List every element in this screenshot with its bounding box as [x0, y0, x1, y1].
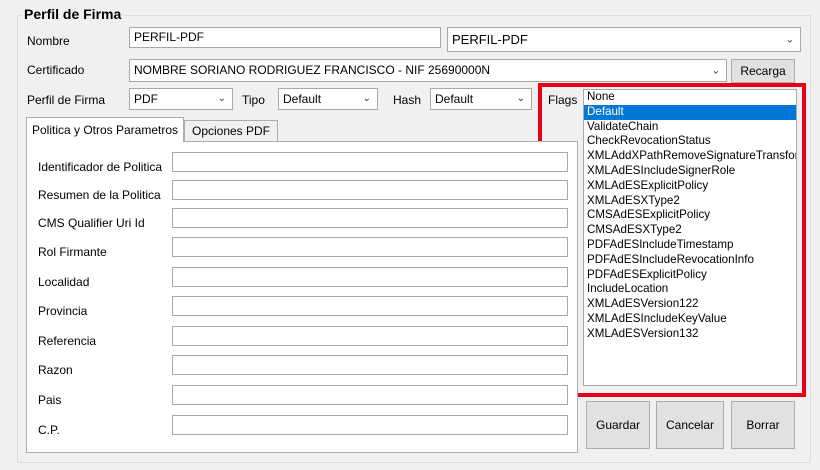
flags-list: None Default ValidateChain CheckRevocationS…	[584, 90, 796, 342]
flags-list-item[interactable]: XMLAdESIncludeKeyValue	[584, 312, 796, 327]
hash-combo[interactable]: Default ⌄	[430, 88, 532, 110]
chevron-down-icon: ⌄	[711, 65, 720, 76]
flags-list-item[interactable]: Default	[584, 104, 796, 120]
field-label: CMS Qualifier Uri Id	[38, 216, 145, 230]
field-input[interactable]	[172, 385, 568, 405]
tab-politica[interactable]: Politica y Otros Parametros	[26, 117, 184, 142]
flags-list-item[interactable]: XMLAdESIncludeSignerRole	[584, 164, 796, 179]
field-input[interactable]	[172, 152, 568, 172]
flags-list-item[interactable]: XMLAdESExplicitPolicy	[584, 179, 796, 194]
hash-label: Hash	[393, 93, 422, 107]
field-label: Rol Firmante	[38, 245, 107, 259]
flags-list-item[interactable]: PDFAdESExplicitPolicy	[584, 268, 796, 283]
perfil-combo[interactable]: PDF ⌄	[129, 88, 233, 110]
chevron-down-icon: ⌄	[516, 93, 525, 104]
flags-label: Flags	[548, 93, 578, 107]
chevron-down-icon: ⌄	[785, 34, 794, 45]
nombre-combo[interactable]: PERFIL-PDF ⌄	[447, 27, 801, 52]
flags-list-item[interactable]: XMLAdESVersion122	[584, 297, 796, 312]
field-input[interactable]	[172, 208, 568, 228]
flags-list-item[interactable]: CMSAdESExplicitPolicy	[584, 208, 796, 223]
tipo-combo[interactable]: Default ⌄	[278, 88, 378, 110]
field-input[interactable]	[172, 180, 568, 200]
chevron-down-icon: ⌄	[217, 93, 226, 104]
nombre-combo-value: PERFIL-PDF	[452, 32, 528, 47]
group-title: Perfil de Firma	[22, 6, 124, 22]
flags-list-item[interactable]: ValidateChain	[584, 120, 796, 135]
tab-opciones-pdf[interactable]: Opciones PDF	[184, 120, 278, 141]
flags-list-item[interactable]: PDFAdESIncludeTimestamp	[584, 238, 796, 253]
tipo-label: Tipo	[242, 93, 265, 107]
flags-list-item[interactable]: XMLAdESVersion132	[584, 327, 796, 342]
field-label: Identificador de Politica	[38, 160, 163, 174]
reload-button[interactable]: Recarga	[731, 59, 795, 83]
flags-listbox[interactable]: None Default ValidateChain CheckRevocationS…	[583, 89, 797, 386]
flags-list-item[interactable]: PDFAdESIncludeRevocationInfo	[584, 253, 796, 268]
certificado-combo[interactable]: NOMBRE SORIANO RODRIGUEZ FRANCISCO - NIF…	[129, 59, 727, 82]
field-input[interactable]	[172, 355, 568, 375]
certificado-label: Certificado	[27, 63, 85, 77]
field-input[interactable]	[172, 415, 568, 435]
nombre-label: Nombre	[27, 34, 70, 48]
field-label: Razon	[38, 363, 73, 377]
flags-list-item[interactable]: CMSAdESXType2	[584, 223, 796, 238]
flags-list-item[interactable]: XMLAddXPathRemoveSignatureTransform	[584, 149, 796, 164]
save-button[interactable]: Guardar	[586, 401, 650, 449]
perfil-value: PDF	[134, 92, 158, 106]
chevron-down-icon: ⌄	[362, 93, 371, 104]
flags-list-item[interactable]: XMLAdESXType2	[584, 194, 796, 209]
field-label: Resumen de la Politica	[38, 188, 161, 202]
certificado-value: NOMBRE SORIANO RODRIGUEZ FRANCISCO - NIF…	[134, 63, 491, 77]
field-input[interactable]	[172, 296, 568, 316]
field-label: Referencia	[38, 334, 97, 348]
field-input[interactable]	[172, 237, 568, 257]
field-label: Pais	[38, 393, 62, 407]
field-input[interactable]	[172, 326, 568, 346]
perfil-label: Perfil de Firma	[27, 93, 106, 107]
field-input[interactable]	[172, 267, 568, 287]
flags-list-item[interactable]: None	[584, 90, 796, 105]
flags-list-item[interactable]: CheckRevocationStatus	[584, 134, 796, 149]
nombre-input[interactable]: PERFIL-PDF	[129, 27, 441, 48]
hash-value: Default	[435, 92, 474, 106]
field-label: C.P.	[38, 423, 60, 437]
field-label: Provincia	[38, 304, 88, 318]
field-label: Localidad	[38, 275, 90, 289]
delete-button[interactable]: Borrar	[731, 401, 795, 449]
flags-list-item[interactable]: IncludeLocation	[584, 282, 796, 297]
cancel-button[interactable]: Cancelar	[656, 401, 724, 449]
tipo-value: Default	[283, 92, 322, 106]
